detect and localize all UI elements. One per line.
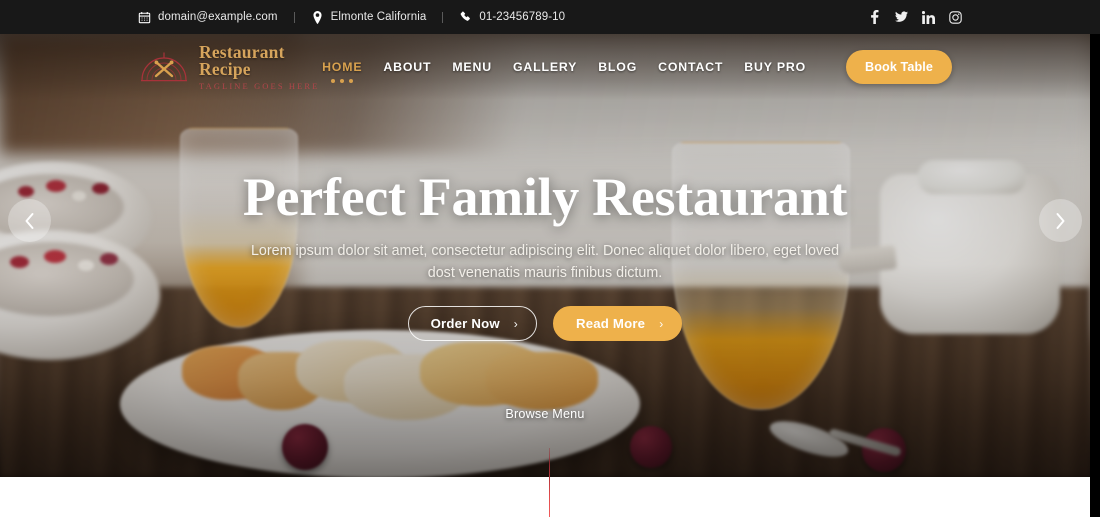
instagram-icon[interactable] xyxy=(949,10,962,24)
phone-icon xyxy=(459,11,472,24)
brand-name: Restaurant Recipe xyxy=(199,41,285,80)
map-pin-icon xyxy=(311,10,324,24)
top-email[interactable]: domain@example.com xyxy=(138,11,278,24)
facebook-icon[interactable] xyxy=(868,10,881,24)
top-location-text: Elmonte California xyxy=(330,11,427,23)
book-table-button[interactable]: Book Table xyxy=(846,50,952,84)
dome-crossed-utensils-logo-icon xyxy=(138,49,190,85)
nav-item-about[interactable]: ABOUT xyxy=(383,60,431,74)
browse-menu-link[interactable]: Browse Menu xyxy=(505,407,584,421)
order-now-label: Order Now xyxy=(430,316,500,332)
calendar-icon xyxy=(138,11,151,24)
order-now-button[interactable]: Order Now › xyxy=(407,306,537,342)
top-contact-group: domain@example.com Elmonte California 01… xyxy=(138,10,565,24)
main-navbar: Restaurant Recipe Tagline Goes Here HOME… xyxy=(0,34,1090,100)
nav-item-buy-pro[interactable]: BUY PRO xyxy=(744,60,806,74)
chevron-left-icon xyxy=(23,212,36,230)
hero-cta-group: Order Now › Read More › xyxy=(407,306,683,342)
top-info-bar: domain@example.com Elmonte California 01… xyxy=(0,0,1100,34)
carousel-prev-button[interactable] xyxy=(8,199,51,242)
chevron-right-icon xyxy=(1054,212,1067,230)
top-email-text: domain@example.com xyxy=(158,11,278,23)
chevron-right-icon: › xyxy=(659,316,664,331)
brand-tagline: Tagline Goes Here xyxy=(199,80,320,91)
topbar-divider xyxy=(293,11,295,23)
active-indicator-dots xyxy=(331,79,354,83)
nav-item-menu[interactable]: MENU xyxy=(452,60,492,74)
nav-item-contact[interactable]: CONTACT xyxy=(658,60,723,74)
read-more-button[interactable]: Read More › xyxy=(553,306,683,342)
topbar-divider xyxy=(442,11,444,23)
page-right-edge xyxy=(1090,34,1100,517)
social-links xyxy=(868,10,962,24)
chevron-right-icon: › xyxy=(513,316,518,331)
read-more-label: Read More xyxy=(576,316,646,332)
carousel-next-button[interactable] xyxy=(1039,199,1082,242)
top-phone[interactable]: 01-23456789-10 xyxy=(459,11,565,24)
nav-item-gallery[interactable]: GALLERY xyxy=(513,60,577,74)
page-root: domain@example.com Elmonte California 01… xyxy=(0,0,1100,517)
top-location[interactable]: Elmonte California xyxy=(311,10,427,24)
scroll-indicator-line xyxy=(549,448,550,517)
top-phone-text: 01-23456789-10 xyxy=(479,11,566,23)
nav-menu: HOME ABOUT MENU GALLERY BLOG CONTACT BUY… xyxy=(322,50,952,84)
nav-item-blog[interactable]: BLOG xyxy=(598,60,637,74)
twitter-icon[interactable] xyxy=(895,11,908,24)
nav-item-home[interactable]: HOME xyxy=(322,60,362,83)
linkedin-icon[interactable] xyxy=(922,10,935,24)
brand-logo[interactable]: Restaurant Recipe Tagline Goes Here xyxy=(138,41,322,91)
